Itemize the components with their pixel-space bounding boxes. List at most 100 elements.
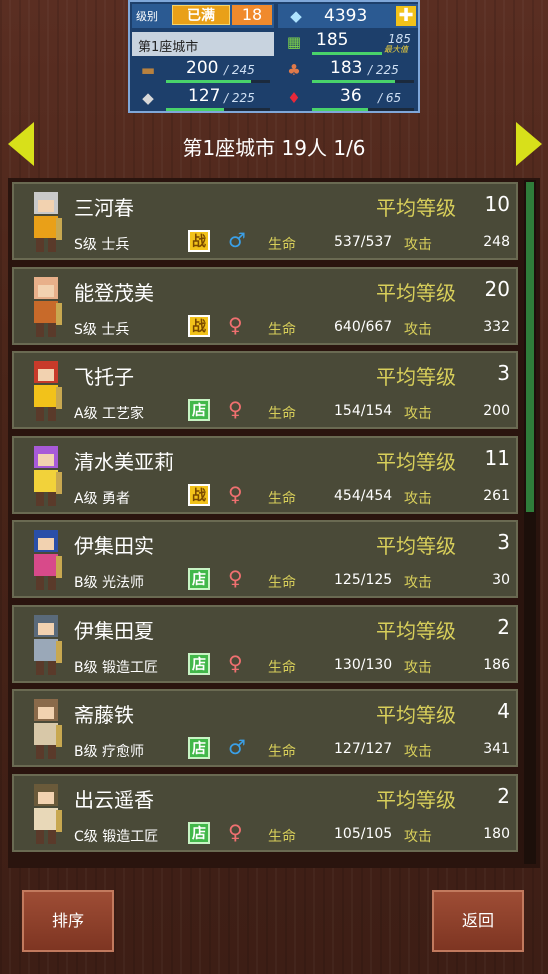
scroll-thumb[interactable] [526, 182, 534, 512]
wood-bar-fill [166, 80, 252, 83]
hp-label: 生命 [268, 744, 296, 760]
food-bar [312, 80, 414, 83]
resident-card[interactable]: 三河春 平均等级 10 S级 士兵 战 ♂ 生命 537/537 攻击 248 [12, 182, 518, 260]
resident-list[interactable]: 三河春 平均等级 10 S级 士兵 战 ♂ 生命 537/537 攻击 248 … [8, 178, 540, 868]
attack-label: 攻击 [404, 406, 432, 422]
fight-badge-icon: 战 [188, 230, 210, 252]
ruby-bar [312, 108, 414, 111]
attack-value: 186 [483, 656, 510, 673]
avg-level-label: 平均等级 [376, 449, 456, 474]
resident-portrait [18, 695, 74, 763]
resident-card[interactable]: 能登茂美 平均等级 20 S级 士兵 战 ♀ 生命 640/667 攻击 332 [12, 266, 518, 345]
female-icon: ♀ [228, 481, 243, 506]
next-city-arrow-icon[interactable] [516, 122, 542, 166]
avg-level-value: 2 [497, 614, 510, 639]
resident-portrait [18, 780, 74, 848]
resident-grade: A级 工艺家 [74, 406, 145, 422]
fight-badge-icon: 战 [188, 483, 210, 506]
grass-bar-fill [312, 52, 382, 55]
resident-card[interactable]: 飞托子 平均等级 3 A级 工艺家 店 ♀ 生命 154/154 攻击 200 [12, 351, 518, 429]
resident-grade: S级 士兵 [74, 321, 130, 338]
hp-label: 生命 [268, 575, 296, 591]
avg-level-value: 3 [497, 361, 510, 385]
hp-label: 生命 [268, 321, 296, 338]
wood-icon: ▬ [140, 61, 156, 79]
resident-card[interactable]: 斋藤铁 平均等级 4 B级 疗愈师 店 ♂ 生命 127/127 攻击 341 [12, 689, 518, 767]
stone-max-value: 225 [231, 91, 255, 105]
resident-card[interactable]: 清水美亚莉 平均等级 11 A级 勇者 战 ♀ 生命 454/454 攻击 26… [12, 435, 518, 514]
ruby-bar-fill [312, 108, 369, 111]
hp-label: 生命 [268, 237, 296, 253]
hp-value: 105/105 [334, 825, 393, 842]
shop-badge-icon: 店 [188, 652, 210, 675]
grass-icon: ▦ [286, 33, 302, 51]
stone-bar [166, 108, 270, 111]
avg-level-value: 3 [497, 530, 510, 554]
hp-label: 生命 [268, 659, 296, 676]
stone-value: 127 [188, 86, 221, 106]
female-icon: ♀ [228, 650, 243, 675]
hp-label: 生命 [268, 490, 296, 507]
avg-level-label: 平均等级 [376, 365, 456, 389]
grass-bar [312, 52, 382, 55]
avg-level-label: 平均等级 [376, 534, 456, 558]
attack-value: 261 [483, 487, 510, 504]
resident-name: 伊集田夏 [74, 618, 154, 643]
resource-stone: ◆ 127 / 225 [132, 86, 274, 112]
stone-icon: ◆ [142, 89, 154, 107]
resident-card[interactable]: 出云遥香 平均等级 2 C级 锻造工匠 店 ♀ 生命 105/105 攻击 18… [12, 773, 518, 852]
diamond-icon: ◆ [290, 7, 302, 25]
hp-value: 125/125 [334, 572, 393, 588]
wood-value: 200 [186, 58, 219, 78]
resident-grade: C级 锻造工匠 [74, 828, 159, 845]
male-icon: ♂ [228, 735, 246, 759]
resident-portrait [18, 442, 74, 510]
resident-grade: B级 光法师 [74, 575, 145, 591]
food-bar-fill [312, 80, 395, 83]
resident-portrait [18, 357, 74, 425]
ruby-icon: ♦ [287, 89, 301, 107]
attack-label: 攻击 [404, 828, 432, 845]
ruby-value: 36 [340, 86, 362, 106]
sort-button[interactable]: 排序 [22, 890, 114, 952]
status-hud: 级别 已满 18 ◆ 4393 ✚ 第1座城市 ▦ 185 185 最大值 ▬ … [128, 0, 420, 113]
list-scrollbar[interactable] [524, 180, 536, 864]
resource-wood: ▬ 200 / 245 [132, 58, 274, 84]
hp-value: 130/130 [334, 656, 393, 673]
attack-value: 332 [483, 318, 510, 335]
resident-portrait [18, 526, 74, 594]
avg-level-label: 平均等级 [376, 280, 456, 305]
avg-level-label: 平均等级 [376, 787, 456, 812]
resident-card[interactable]: 伊集田实 平均等级 3 B级 光法师 店 ♀ 生命 125/125 攻击 30 [12, 520, 518, 598]
rank-panel: 级别 已满 18 [132, 4, 274, 28]
avg-level-label: 平均等级 [376, 196, 456, 220]
fight-badge-icon: 战 [188, 314, 210, 337]
resident-grade: B级 疗愈师 [74, 744, 145, 760]
resident-card[interactable]: 伊集田夏 平均等级 2 B级 锻造工匠 店 ♀ 生命 130/130 攻击 18… [12, 604, 518, 683]
resident-name: 出云遥香 [74, 787, 154, 812]
resident-portrait [18, 273, 74, 341]
avg-level-value: 20 [484, 276, 510, 301]
city-panel: 第1座城市 [132, 32, 274, 56]
food-icon: ♣ [287, 61, 301, 79]
avg-level-label: 平均等级 [376, 618, 456, 643]
rank-value: 18 [232, 5, 272, 25]
food-max-value: 225 [375, 63, 399, 77]
avg-level-value: 4 [497, 699, 510, 723]
hp-value: 454/454 [334, 487, 393, 504]
female-icon: ♀ [228, 819, 243, 844]
resident-name: 三河春 [74, 196, 134, 220]
attack-value: 200 [483, 403, 510, 419]
add-gems-button[interactable]: ✚ [396, 6, 416, 26]
stone-bar-fill [166, 108, 225, 111]
resident-portrait [18, 611, 74, 679]
resource-food: ♣ 183 / 225 [278, 58, 418, 84]
resource-ruby: ♦ 36 / 65 [278, 86, 418, 112]
resident-name: 能登茂美 [74, 280, 154, 305]
resident-name: 清水美亚莉 [74, 449, 174, 474]
hp-value: 154/154 [334, 403, 393, 419]
attack-label: 攻击 [404, 237, 432, 253]
rank-status: 已满 [172, 5, 230, 25]
back-button[interactable]: 返回 [432, 890, 524, 952]
avg-level-label: 平均等级 [376, 703, 456, 727]
